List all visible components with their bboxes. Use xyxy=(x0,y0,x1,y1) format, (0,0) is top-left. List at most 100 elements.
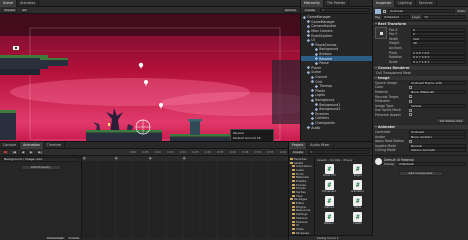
property-row: Material None (Material) xyxy=(375,90,466,95)
gameobject-icon xyxy=(310,98,314,102)
property-input[interactable]: None (Material) xyxy=(409,90,466,94)
play-button[interactable]: ▶ xyxy=(28,149,35,155)
tab-services[interactable]: Services xyxy=(416,0,437,7)
rect-field-value: X 0 Y 0 Z 0 xyxy=(413,55,430,60)
animator-title: Animator xyxy=(378,124,396,129)
project-tree-item[interactable]: Packages xyxy=(289,231,314,234)
scene-artwork xyxy=(0,14,320,141)
first-key-button[interactable]: |◀ xyxy=(10,149,18,155)
anchor-preset-button[interactable] xyxy=(375,27,387,40)
dopesheet-area[interactable] xyxy=(82,156,288,238)
property-input[interactable]: None (Avatar) xyxy=(409,134,466,139)
tab-timeline[interactable]: Timeline xyxy=(44,141,65,149)
image-title: Image xyxy=(378,75,390,80)
2d-toggle[interactable]: 2D xyxy=(20,7,29,13)
rect-field-input[interactable]: 100 xyxy=(411,36,466,41)
shading-dropdown[interactable]: Shaded xyxy=(2,7,18,13)
tab-lighting[interactable]: Lighting xyxy=(395,0,416,7)
tab-scene[interactable]: Scene xyxy=(0,0,18,7)
project-file[interactable]: # Player xyxy=(346,164,371,177)
dopesheet-tab[interactable]: Dopesheet xyxy=(45,235,66,240)
project-file[interactable]: # Animation xyxy=(346,180,371,193)
gizmos-label: Gizmos xyxy=(284,8,296,12)
set-native-size-button[interactable]: Set Native Size xyxy=(436,118,466,124)
gameobject-icon xyxy=(375,8,381,14)
property-checkbox[interactable] xyxy=(409,85,412,89)
hierarchy-row[interactable]: Audio xyxy=(301,125,372,130)
property-checkbox[interactable] xyxy=(409,95,412,99)
material-section: Default UI Material Shader UI/Default xyxy=(373,154,468,168)
hierarchy-row-label: Background2 xyxy=(319,107,341,112)
hierarchy-search-input[interactable]: ⚲ xyxy=(319,7,370,13)
project-file[interactable]: # Weapon xyxy=(317,212,342,225)
property-input[interactable]: Normal xyxy=(409,143,466,148)
project-file[interactable]: # Camera xyxy=(317,196,342,209)
tab-animation[interactable]: Animation xyxy=(20,141,44,149)
property-input[interactable]: Simple xyxy=(409,103,466,108)
record-button[interactable] xyxy=(2,149,9,155)
rect-field-input[interactable]: 40 xyxy=(411,41,466,46)
tab-console[interactable]: Console xyxy=(0,141,21,149)
property-label: Image Type xyxy=(375,103,394,108)
rect-field-input[interactable]: 0 xyxy=(411,32,466,37)
rect-field-input[interactable]: X 0.5 Y 0.5 xyxy=(411,50,466,55)
tab-scene-label: Scene xyxy=(3,1,14,5)
add-property-label: Add Property xyxy=(30,165,51,169)
hierarchy-create-button[interactable]: Create xyxy=(303,7,317,13)
breadcrumb-item[interactable]: Player xyxy=(343,158,352,162)
prev-key-button[interactable]: ◀ xyxy=(19,149,27,155)
hierarchy-row-label: Background xyxy=(319,47,339,52)
tag-value: Untagged xyxy=(384,14,399,19)
hierarchy-row-label: GameManager xyxy=(311,19,335,24)
scene-viewport[interactable]: Paused Distant Ground 18 xyxy=(0,14,320,142)
rect-field-input[interactable]: 0 xyxy=(411,27,466,32)
property-checkbox[interactable] xyxy=(409,139,412,143)
project-create-button[interactable]: Create xyxy=(291,149,305,155)
add-component-button[interactable]: Add Component xyxy=(398,170,443,177)
next-key-button[interactable]: ▶| xyxy=(36,149,44,155)
folder-icon xyxy=(292,191,295,194)
tab-audio-mixer-label: Audio Mixer xyxy=(310,143,330,147)
script-icon: # xyxy=(353,196,363,206)
tab-tile-palette[interactable]: Tile Palette xyxy=(324,0,350,7)
timeline-ruler[interactable]: 0:00 0:05 0:10 0:15 0:20 0:25 0:30 0:35 0:40 0:45… xyxy=(130,150,286,154)
project-file[interactable]: # Movement xyxy=(317,180,342,193)
property-row: Source Image Unitypet Frame 1/40 xyxy=(375,80,466,86)
tag-dropdown[interactable]: Untagged xyxy=(382,14,411,19)
tab-hierarchy[interactable]: Hierarchy xyxy=(301,0,324,7)
tab-inspector[interactable]: Inspector xyxy=(373,0,396,7)
property-checkbox[interactable] xyxy=(409,99,412,103)
curves-tab[interactable]: Curves xyxy=(66,235,81,240)
rect-field-label: Pos X xyxy=(389,27,398,32)
tab-project[interactable]: Project xyxy=(289,141,308,149)
property-input[interactable]: Unitypet xyxy=(409,129,466,134)
tab-lighting-label: Lighting xyxy=(398,1,412,5)
tab-animator[interactable]: Animator xyxy=(17,0,40,7)
project-file[interactable]: # Health xyxy=(346,212,371,225)
rect-field-input[interactable] xyxy=(411,46,466,51)
project-file[interactable]: # Menu xyxy=(346,196,371,209)
shader-dropdown[interactable]: UI/Default xyxy=(396,161,466,166)
rect-field-input[interactable]: X 0 Y 0 Z 0 xyxy=(411,55,466,60)
gameobject-icon xyxy=(314,47,318,52)
tab-audio-mixer[interactable]: Audio Mixer xyxy=(307,141,334,149)
layer-dropdown[interactable]: UI xyxy=(422,14,466,19)
folder-icon xyxy=(292,224,295,227)
folder-icon xyxy=(292,168,295,171)
gizmos-dropdown[interactable]: Gizmos xyxy=(282,7,298,13)
property-input[interactable]: Unitypet Frame 1/40 xyxy=(409,80,466,85)
gameobject-icon xyxy=(310,89,314,93)
property-checkbox[interactable] xyxy=(409,113,412,117)
property-input[interactable]: Always Animate xyxy=(409,148,466,153)
project-file[interactable]: # Cloud Ctrl xyxy=(317,164,342,177)
property-checkbox[interactable] xyxy=(409,108,412,112)
add-property-button[interactable]: Add Property xyxy=(20,164,61,170)
object-name-field[interactable]: Unitypet xyxy=(388,9,456,13)
project-search-input[interactable]: ⚲ xyxy=(307,149,370,155)
breadcrumb-item[interactable]: Assets xyxy=(317,158,327,162)
breadcrumb-item[interactable]: Scripts xyxy=(330,158,340,162)
property-value: Simple xyxy=(411,103,422,108)
property-value: Always Animate xyxy=(411,148,436,153)
active-checkbox[interactable] xyxy=(383,9,386,13)
rect-field-input[interactable]: X 1 Y 1 Z 1 xyxy=(411,59,466,64)
